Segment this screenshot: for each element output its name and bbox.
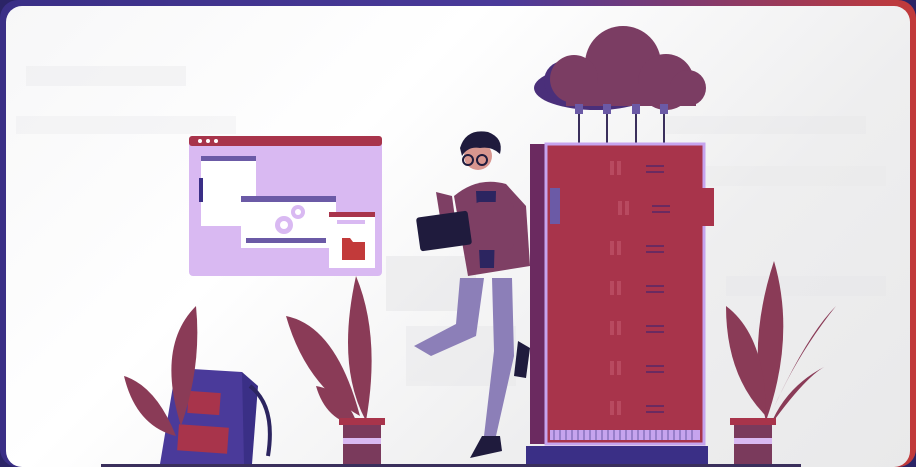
- server-rack: [526, 142, 714, 464]
- illustration-frame: [0, 0, 916, 467]
- cloud-server-illustration: [16, 26, 886, 467]
- illustration-panel: [6, 6, 910, 467]
- plant-middle: [286, 276, 385, 464]
- app-window: [189, 136, 382, 276]
